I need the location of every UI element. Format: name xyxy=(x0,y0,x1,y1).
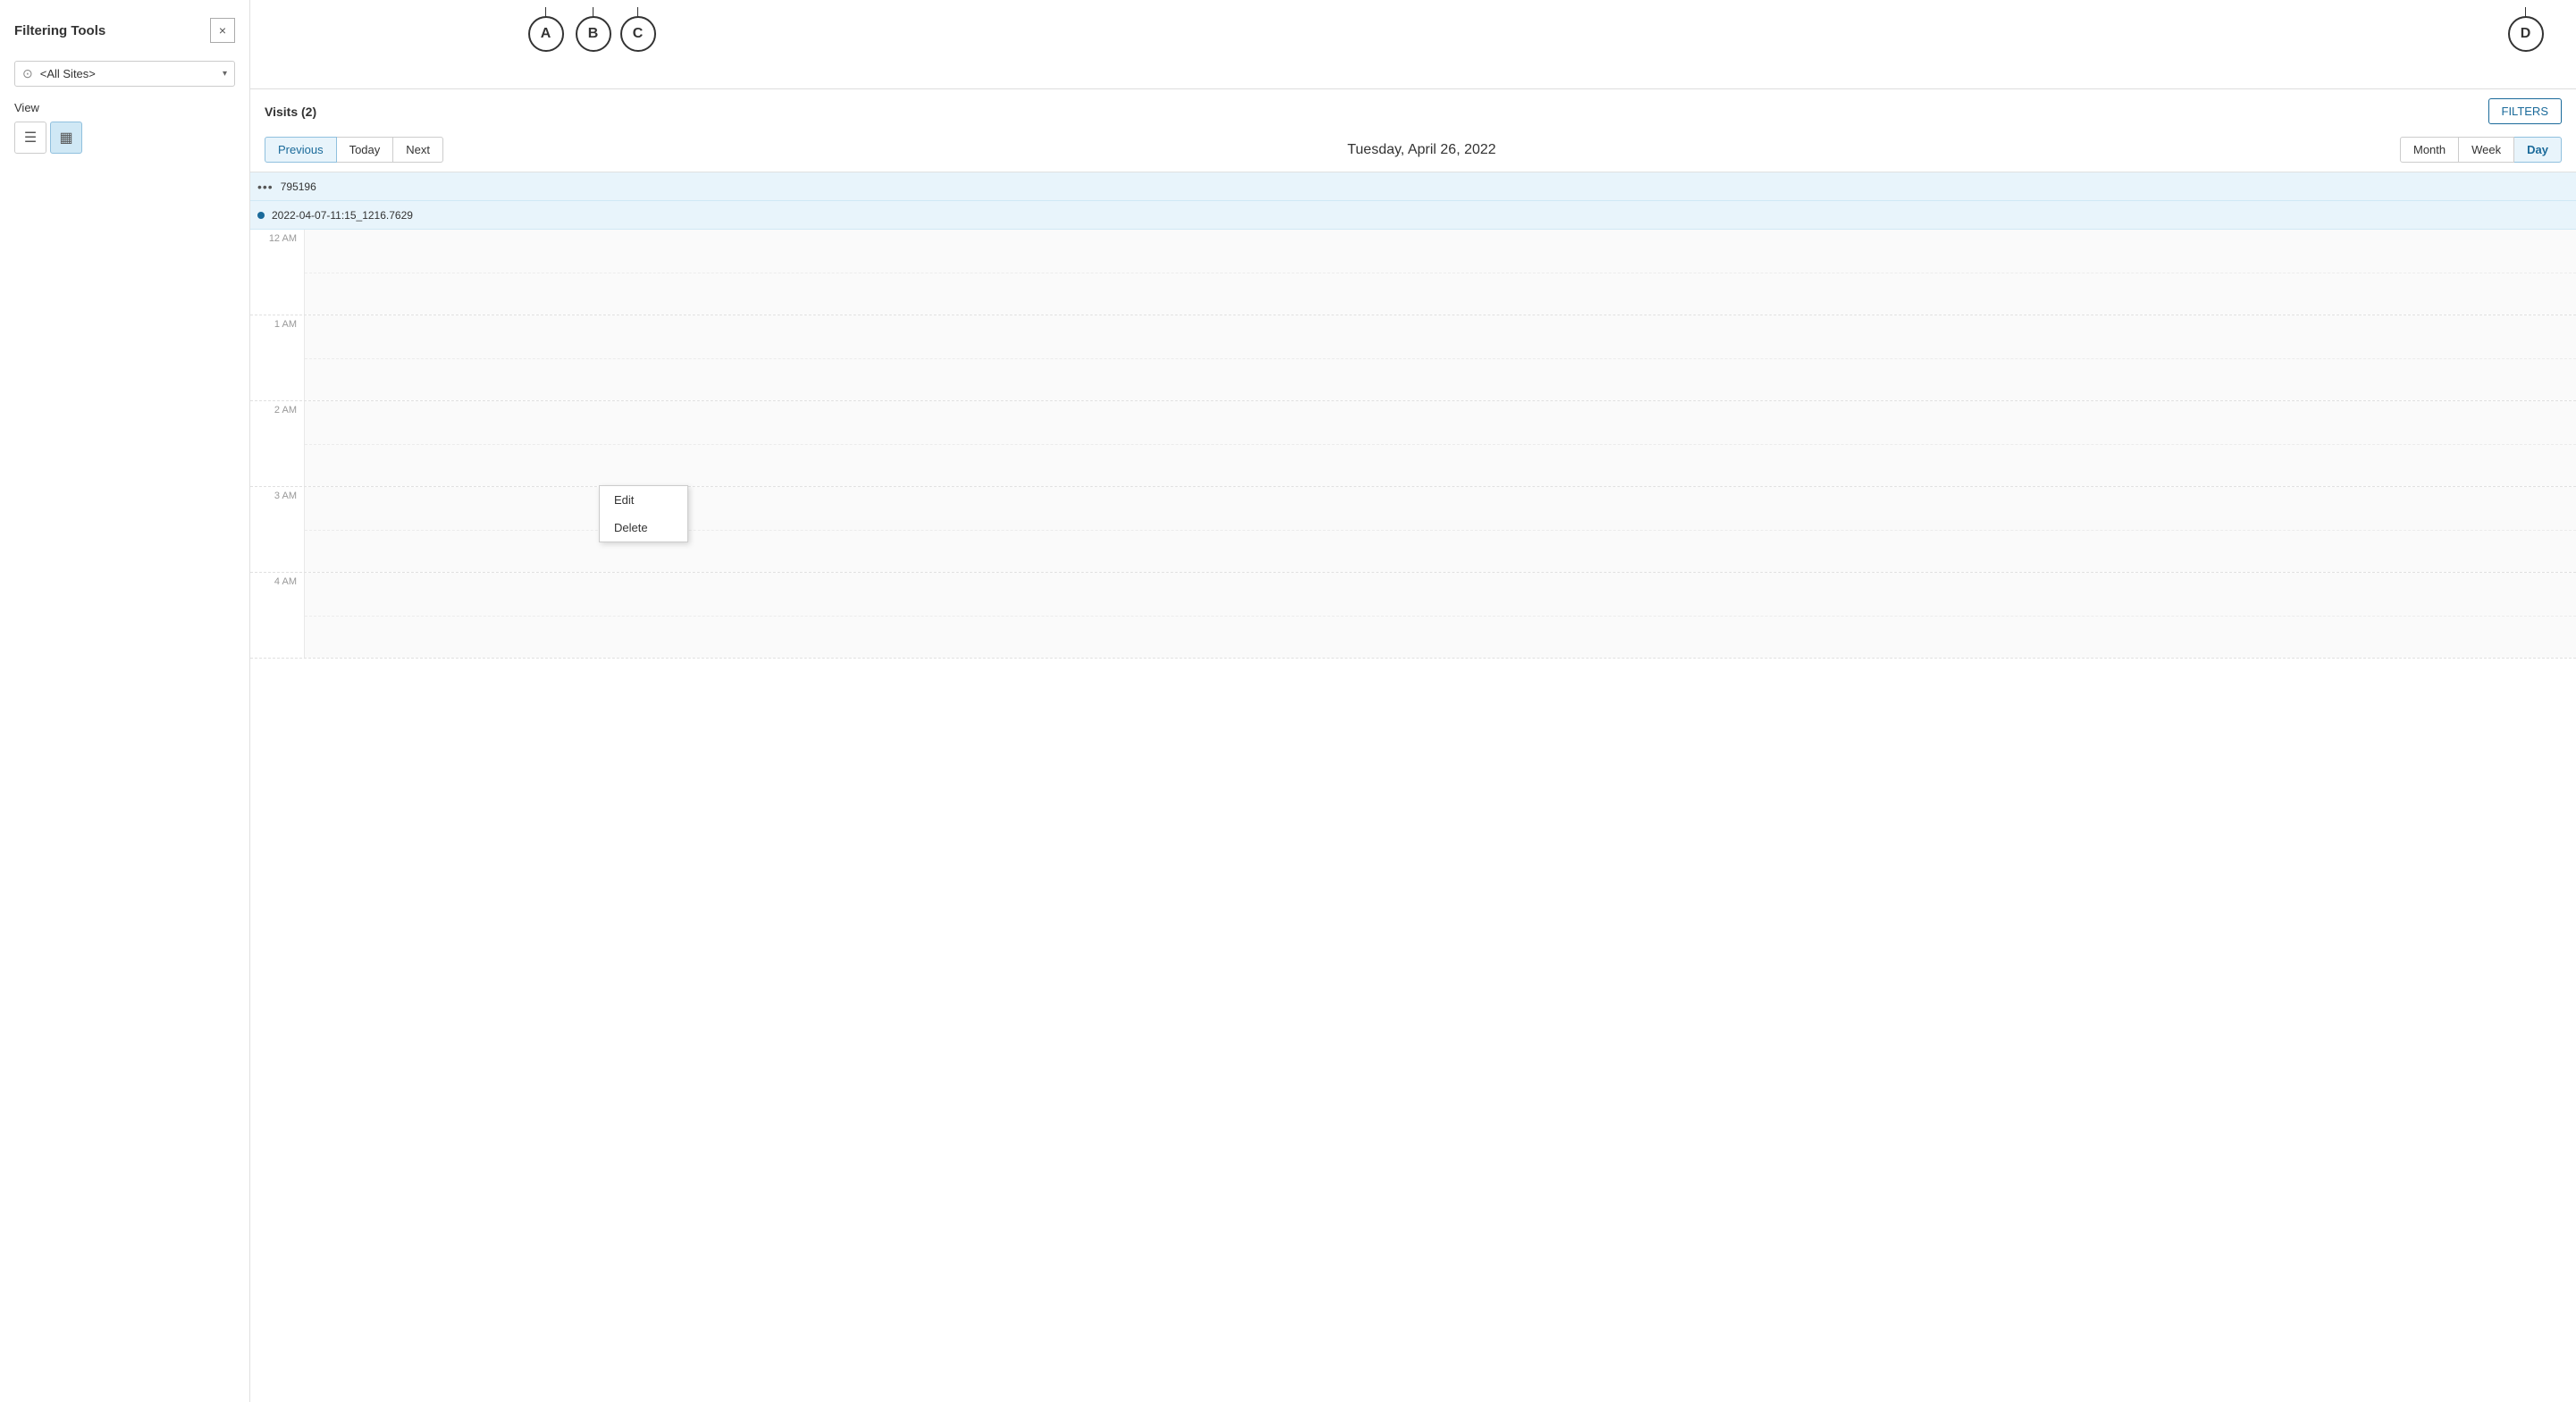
time-content-12am xyxy=(304,230,2576,315)
context-menu-delete[interactable]: Delete xyxy=(600,514,687,541)
view-buttons: ☰ ▦ xyxy=(14,122,235,154)
day-view-button[interactable]: Day xyxy=(2514,137,2562,163)
time-label-1am: 1 AM xyxy=(250,315,304,400)
time-label-2am: 2 AM xyxy=(250,401,304,486)
location-icon: ⊙ xyxy=(22,66,33,81)
time-label-3am: 3 AM xyxy=(250,487,304,572)
next-button[interactable]: Next xyxy=(393,137,443,163)
time-content-1am xyxy=(304,315,2576,400)
visit-row: 2022-04-07-11:15_1216.7629 xyxy=(250,201,2576,230)
nav-buttons: Previous Today Next xyxy=(265,137,443,163)
previous-button[interactable]: Previous xyxy=(265,137,337,163)
view-toggle: Month Week Day xyxy=(2400,137,2562,163)
filters-button[interactable]: FILTERS xyxy=(2488,98,2563,124)
list-view-button[interactable]: ☰ xyxy=(14,122,46,154)
close-button[interactable]: × xyxy=(210,18,235,43)
context-menu: Edit Delete xyxy=(599,485,688,542)
time-content-4am xyxy=(304,573,2576,658)
main-content: A B C D Visits (2) FILTERS xyxy=(250,0,2576,1402)
visit-dots-button[interactable]: ••• xyxy=(257,180,274,194)
annotation-a: A xyxy=(528,16,564,52)
sidebar-title: Filtering Tools xyxy=(14,23,105,38)
time-slot-12am: 12 AM xyxy=(250,230,2576,315)
time-slot-4am: 4 AM xyxy=(250,573,2576,659)
view-section: View ☰ ▦ xyxy=(14,101,235,154)
site-section: ⊙ <All Sites> ▾ xyxy=(14,61,235,87)
time-slots: 12 AM 1 AM 2 AM 3 AM 4 AM xyxy=(250,230,2576,659)
app-container: Filtering Tools × ⊙ <All Sites> ▾ View ☰… xyxy=(0,0,2576,1402)
visit-text-2: 2022-04-07-11:15_1216.7629 xyxy=(272,209,413,222)
calendar-body[interactable]: ••• 795196 2022-04-07-11:15_1216.7629 Ed… xyxy=(250,172,2576,1402)
calendar-view-button[interactable]: ▦ xyxy=(50,122,82,154)
visit-row: ••• 795196 xyxy=(250,172,2576,201)
visits-title: Visits (2) xyxy=(265,105,316,119)
current-date: Tuesday, April 26, 2022 xyxy=(1347,142,1495,158)
visit-bullet xyxy=(257,212,265,219)
sidebar: Filtering Tools × ⊙ <All Sites> ▾ View ☰… xyxy=(0,0,250,1402)
today-button[interactable]: Today xyxy=(337,137,394,163)
annotation-c: C xyxy=(620,16,656,52)
site-select[interactable]: ⊙ <All Sites> ▾ xyxy=(14,61,235,87)
time-label-4am: 4 AM xyxy=(250,573,304,658)
week-view-button[interactable]: Week xyxy=(2459,137,2514,163)
annotation-bar: A B C D xyxy=(250,0,2576,89)
visits-header: Visits (2) FILTERS xyxy=(250,89,2576,128)
time-content-2am xyxy=(304,401,2576,486)
dropdown-arrow-icon: ▾ xyxy=(223,69,227,79)
month-view-button[interactable]: Month xyxy=(2400,137,2459,163)
visit-rows: ••• 795196 2022-04-07-11:15_1216.7629 xyxy=(250,172,2576,230)
annotation-d: D xyxy=(2508,16,2544,52)
annotation-b: B xyxy=(576,16,611,52)
visit-text-1: 795196 xyxy=(281,180,316,193)
time-label-12am: 12 AM xyxy=(250,230,304,315)
site-select-value: <All Sites> xyxy=(40,67,215,80)
time-slot-2am: 2 AM xyxy=(250,401,2576,487)
calendar-header: Previous Today Next Tuesday, April 26, 2… xyxy=(250,128,2576,172)
view-label: View xyxy=(14,101,235,114)
time-slot-1am: 1 AM xyxy=(250,315,2576,401)
sidebar-header: Filtering Tools × xyxy=(14,18,235,43)
context-menu-edit[interactable]: Edit xyxy=(600,486,687,514)
